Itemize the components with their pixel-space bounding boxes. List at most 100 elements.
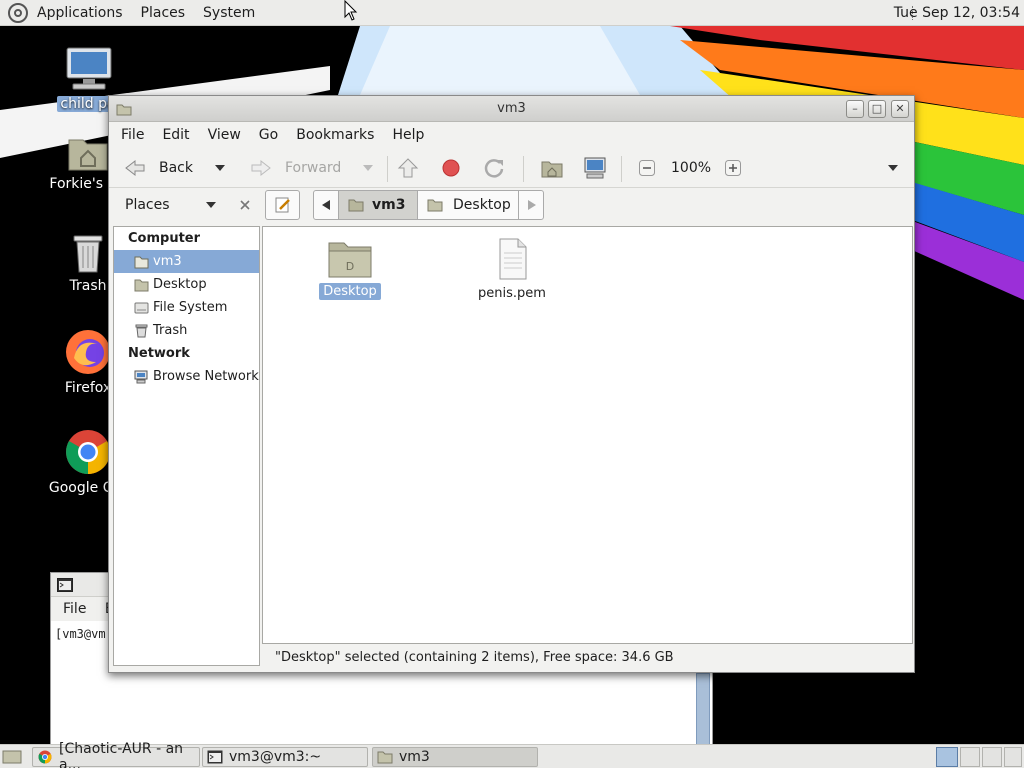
menu-file[interactable]: File xyxy=(112,127,153,143)
toolbar-separator xyxy=(523,156,524,182)
workspace-4[interactable] xyxy=(1004,747,1022,767)
terminal-prompt: [vm3@vm xyxy=(55,627,106,641)
system-menu[interactable]: System xyxy=(194,0,264,26)
path-crumb-label: vm3 xyxy=(372,197,406,213)
menu-edit[interactable]: Edit xyxy=(153,127,198,143)
path-crumb-vm3[interactable]: vm3 xyxy=(338,190,418,220)
sidebar-item-vm3[interactable]: vm3 xyxy=(114,250,259,273)
stop-button[interactable] xyxy=(441,148,461,188)
sidebar-section-network: Network xyxy=(128,346,190,361)
path-bar: vm3 Desktop xyxy=(265,188,914,224)
chevron-right-icon xyxy=(528,200,536,210)
sidebar-item-desktop[interactable]: Desktop xyxy=(114,273,259,296)
chevron-down-icon[interactable] xyxy=(205,202,216,208)
back-button[interactable]: Back xyxy=(123,148,193,188)
reload-button[interactable] xyxy=(483,148,505,188)
task-terminal[interactable]: vm3@vm3:~ xyxy=(202,747,368,767)
file-view[interactable]: D Desktop penis.pem xyxy=(262,226,913,644)
sidebar-item-trash[interactable]: Trash xyxy=(114,319,259,342)
sidebar-header: Places xyxy=(113,188,259,222)
workspace-3[interactable] xyxy=(982,747,1002,767)
zoom-in-button[interactable] xyxy=(725,148,741,188)
folder-icon xyxy=(377,751,393,764)
sidebar-item-file-system[interactable]: File System xyxy=(114,296,259,319)
menu-view[interactable]: View xyxy=(199,127,250,143)
home-button[interactable] xyxy=(541,148,563,188)
file-manager-titlebar[interactable]: vm3 – □ ✕ xyxy=(109,96,914,122)
file-item-label: Desktop xyxy=(319,283,381,300)
task-label: vm3@vm3:~ xyxy=(229,749,322,765)
forward-button[interactable]: Forward xyxy=(249,148,341,188)
close-sidebar-icon[interactable] xyxy=(239,200,250,210)
computer-button[interactable] xyxy=(583,148,607,188)
forward-history-dropdown[interactable] xyxy=(363,148,373,188)
forward-label: Forward xyxy=(285,160,342,176)
file-item-penis-pem[interactable]: penis.pem xyxy=(467,237,557,302)
back-label: Back xyxy=(159,160,193,176)
chrome-icon xyxy=(38,750,52,764)
menu-help[interactable]: Help xyxy=(383,127,433,143)
file-item-desktop[interactable]: D Desktop xyxy=(315,237,385,300)
places-sidebar: Computer vm3 Desktop File System Trash N… xyxy=(113,226,260,666)
up-button[interactable] xyxy=(397,148,419,188)
terminal-icon xyxy=(57,578,73,592)
back-arrow-icon xyxy=(125,159,145,177)
task-label: vm3 xyxy=(399,749,430,765)
workspace-1[interactable] xyxy=(936,747,958,767)
show-desktop-button[interactable] xyxy=(2,749,24,765)
desktop-folder-icon xyxy=(427,199,443,212)
desktop-screen: Applications Places System Tue Sep 12, 0… xyxy=(0,0,1024,768)
maximize-button[interactable]: □ xyxy=(868,100,886,118)
text-file-icon xyxy=(499,238,527,280)
home-folder-icon xyxy=(348,199,364,212)
task-chrome[interactable]: [Chaotic-AUR - an a... xyxy=(32,741,200,768)
path-scroll-left-button[interactable] xyxy=(313,190,339,220)
distro-logo-icon[interactable] xyxy=(8,2,28,23)
top-panel: Applications Places System Tue Sep 12, 0… xyxy=(0,0,1024,26)
trash-icon xyxy=(135,324,148,337)
toolbar: Back Forward 100% xyxy=(109,148,914,188)
clock[interactable]: Tue Sep 12, 03:54 xyxy=(894,0,1020,26)
sidebar-item-label: vm3 xyxy=(153,254,182,269)
close-icon: ✕ xyxy=(895,102,905,115)
file-item-label: penis.pem xyxy=(478,286,546,301)
zoom-level[interactable]: 100% xyxy=(671,148,711,188)
edit-location-button[interactable] xyxy=(265,190,300,220)
desktop-icon-label: Trash xyxy=(69,278,107,294)
close-button[interactable]: ✕ xyxy=(891,100,909,118)
chevron-left-icon xyxy=(322,200,330,210)
firefox-icon xyxy=(66,330,110,374)
path-scroll-right-button[interactable] xyxy=(518,190,544,220)
menubar: File Edit View Go Bookmarks Help xyxy=(109,122,914,148)
menu-go[interactable]: Go xyxy=(250,127,287,143)
edit-icon xyxy=(275,197,290,213)
toolbar-separator xyxy=(387,156,388,182)
show-desktop-icon xyxy=(2,750,22,764)
forward-arrow-icon xyxy=(251,159,271,177)
up-arrow-icon xyxy=(397,158,419,178)
terminal-icon xyxy=(207,750,223,764)
sidebar-item-label: Desktop xyxy=(153,277,207,292)
chevron-down-icon xyxy=(215,165,225,171)
bottom-panel: [Chaotic-AUR - an a... vm3@vm3:~ vm3 xyxy=(0,741,1024,768)
minimize-button[interactable]: – xyxy=(846,100,864,118)
task-file-manager[interactable]: vm3 xyxy=(372,747,538,767)
path-crumb-desktop[interactable]: Desktop xyxy=(417,190,519,220)
applications-menu[interactable]: Applications xyxy=(28,0,132,26)
chevron-down-icon xyxy=(363,165,373,171)
zoom-out-button[interactable] xyxy=(639,148,655,188)
window-title: vm3 xyxy=(497,101,526,116)
workspace-2[interactable] xyxy=(960,747,980,767)
path-crumb-label: Desktop xyxy=(453,197,511,213)
file-manager-window[interactable]: vm3 – □ ✕ File Edit View Go Bookmarks He… xyxy=(108,95,915,673)
toolbar-overflow-button[interactable] xyxy=(888,148,898,188)
sidebar-type-label[interactable]: Places xyxy=(125,197,170,213)
back-history-dropdown[interactable] xyxy=(215,148,225,188)
minimize-icon: – xyxy=(852,102,858,115)
places-menu[interactable]: Places xyxy=(132,0,195,26)
chrome-icon xyxy=(66,430,110,474)
sidebar-item-label: Browse Network xyxy=(153,369,259,384)
sidebar-item-browse-network[interactable]: Browse Network xyxy=(114,365,259,388)
menu-bookmarks[interactable]: Bookmarks xyxy=(287,127,383,143)
terminal-menu-file[interactable]: File xyxy=(63,601,86,617)
